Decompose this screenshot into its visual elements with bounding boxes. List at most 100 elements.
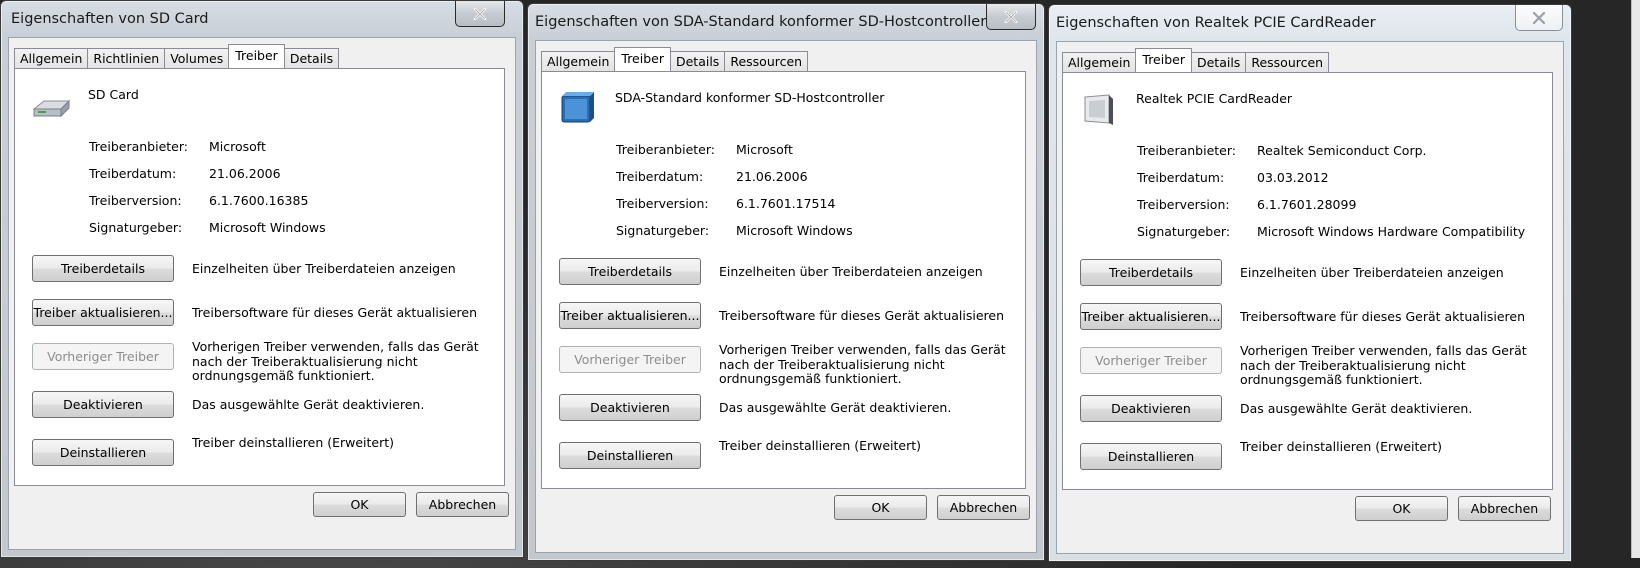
driver-date: 03.03.2012 [1257,170,1329,185]
action-description: Treibersoftware für dieses Gerät aktuali… [1240,309,1525,324]
close-button[interactable] [1515,5,1563,31]
card-reader-icon [1084,94,1113,125]
sd-card-drive-icon [32,99,71,118]
host-controller-icon [561,92,594,123]
tab-richtlinien[interactable]: Richtlinien [87,48,166,68]
roll-back-driver-button[interactable]: Vorheriger Treiber [32,343,174,370]
action-description: Das ausgewählte Gerät deaktivieren. [719,400,952,415]
tab-allgemein[interactable]: Allgemein [14,48,89,68]
title-bar[interactable]: Eigenschaften von SDA-Standard konformer… [528,4,1044,40]
tab-details[interactable]: Details [669,51,726,71]
action-description: Vorherigen Treiber verwenden, falls das … [719,342,1006,386]
driver-version: 6.1.7600.16385 [209,193,309,208]
close-icon [473,7,487,20]
scrollbar[interactable] [1631,0,1640,558]
update-driver-button[interactable]: Treiber aktualisieren... [32,299,174,326]
info-label: Signaturgeber: [1137,224,1231,239]
info-label: Treiberanbieter: [616,142,715,157]
title-bar[interactable]: Eigenschaften von Realtek PCIE CardReade… [1049,5,1571,41]
device-name: Realtek PCIE CardReader [1136,91,1293,106]
update-driver-button[interactable]: Treiber aktualisieren... [559,302,701,329]
driver-provider: Microsoft [209,139,266,154]
roll-back-driver-button[interactable]: Vorheriger Treiber [1080,347,1222,374]
tab-ressourcen[interactable]: Ressourcen [724,51,809,71]
info-label: Signaturgeber: [616,223,710,238]
action-description: Treibersoftware für dieses Gerät aktuali… [192,305,477,320]
digital-signer: Microsoft Windows Hardware Compatibility [1257,224,1526,239]
tab-treiber[interactable]: Treiber [614,47,671,71]
info-label: Treiberdatum: [1137,170,1225,185]
info-label: Treiberversion: [89,193,182,208]
action-description: Treiber deinstallieren (Erweitert) [1240,439,1443,454]
disable-device-button[interactable]: Deaktivieren [559,394,701,421]
action-description: Treiber deinstallieren (Erweitert) [192,435,395,450]
disable-device-button[interactable]: Deaktivieren [32,391,174,418]
driver-date: 21.06.2006 [736,169,808,184]
disable-device-button[interactable]: Deaktivieren [1080,395,1222,422]
tab-details[interactable]: Details [1190,52,1247,72]
info-label: Treiberanbieter: [1137,143,1236,158]
tab-treiber[interactable]: Treiber [1135,48,1192,72]
uninstall-button[interactable]: Deinstallieren [32,439,174,466]
properties-window-sd-card[interactable]: Eigenschaften von SD Card Allgemein Rich… [0,0,524,558]
tab-strip: Allgemein Richtlinien Volumes Treiber De… [14,44,340,68]
uninstall-button[interactable]: Deinstallieren [1080,443,1222,470]
dialog-client: Allgemein Treiber Details Ressourcen Rea… [1056,41,1564,554]
driver-details-button[interactable]: Treiberdetails [32,255,174,282]
action-description: Das ausgewählte Gerät deaktivieren. [1240,401,1473,416]
ok-button[interactable]: OK [1355,496,1448,521]
driver-provider: Realtek Semiconduct Corp. [1257,143,1427,158]
ok-button[interactable]: OK [834,495,927,520]
info-label: Treiberdatum: [89,166,177,181]
device-name: SD Card [88,87,139,102]
info-label: Signaturgeber: [89,220,183,235]
tab-strip: Allgemein Treiber Details Ressourcen [541,47,809,71]
close-button[interactable] [986,4,1036,30]
properties-window-card-reader[interactable]: Eigenschaften von Realtek PCIE CardReade… [1048,4,1572,562]
info-label: Treiberdatum: [616,169,704,184]
info-label: Treiberversion: [1137,197,1230,212]
cancel-button[interactable]: Abbrechen [1458,496,1551,521]
driver-details-button[interactable]: Treiberdetails [559,258,701,285]
action-description: Treiber deinstallieren (Erweitert) [719,438,922,453]
digital-signer: Microsoft Windows [209,220,326,235]
tab-allgemein[interactable]: Allgemein [1062,52,1137,72]
ok-button[interactable]: OK [313,492,406,517]
driver-panel: SDA-Standard konformer SD-Hostcontroller… [541,71,1026,489]
dialog-client: Allgemein Treiber Details Ressourcen SDA… [535,40,1037,553]
window-title: Eigenschaften von SDA-Standard konformer… [535,14,987,30]
dialog-client: Allgemein Richtlinien Volumes Treiber De… [8,37,516,550]
info-label: Treiberversion: [616,196,709,211]
driver-version: 6.1.7601.28099 [1257,197,1357,212]
tab-allgemein[interactable]: Allgemein [541,51,616,71]
device-name: SDA-Standard konformer SD-Hostcontroller [615,90,885,105]
update-driver-button[interactable]: Treiber aktualisieren... [1080,303,1222,330]
action-description: Vorherigen Treiber verwenden, falls das … [192,339,479,383]
tab-strip: Allgemein Treiber Details Ressourcen [1062,48,1330,72]
action-description: Einzelheiten über Treiberdateien anzeige… [719,264,983,279]
driver-panel: SD Card Treiberanbieter: Microsoft Treib… [14,68,505,486]
cancel-button[interactable]: Abbrechen [416,492,509,517]
driver-panel: Realtek PCIE CardReader Treiberanbieter:… [1062,72,1553,490]
digital-signer: Microsoft Windows [736,223,853,238]
uninstall-button[interactable]: Deinstallieren [559,442,701,469]
tab-details[interactable]: Details [283,48,340,68]
info-label: Treiberanbieter: [89,139,188,154]
window-title: Eigenschaften von SD Card [11,11,209,27]
close-icon [1004,10,1018,23]
window-title: Eigenschaften von Realtek PCIE CardReade… [1056,15,1376,31]
tab-ressourcen[interactable]: Ressourcen [1245,52,1330,72]
tab-volumes[interactable]: Volumes [164,48,230,68]
tab-treiber[interactable]: Treiber [228,44,285,68]
action-description: Einzelheiten über Treiberdateien anzeige… [192,261,456,276]
close-button[interactable] [455,1,505,27]
cancel-button[interactable]: Abbrechen [937,495,1030,520]
roll-back-driver-button[interactable]: Vorheriger Treiber [559,346,701,373]
action-description: Das ausgewählte Gerät deaktivieren. [192,397,425,412]
driver-details-button[interactable]: Treiberdetails [1080,259,1222,286]
action-description: Treibersoftware für dieses Gerät aktuali… [719,308,1004,323]
driver-provider: Microsoft [736,142,793,157]
driver-version: 6.1.7601.17514 [736,196,836,211]
title-bar[interactable]: Eigenschaften von SD Card [1,1,523,37]
properties-window-sd-hostcontroller[interactable]: Eigenschaften von SDA-Standard konformer… [527,3,1045,561]
